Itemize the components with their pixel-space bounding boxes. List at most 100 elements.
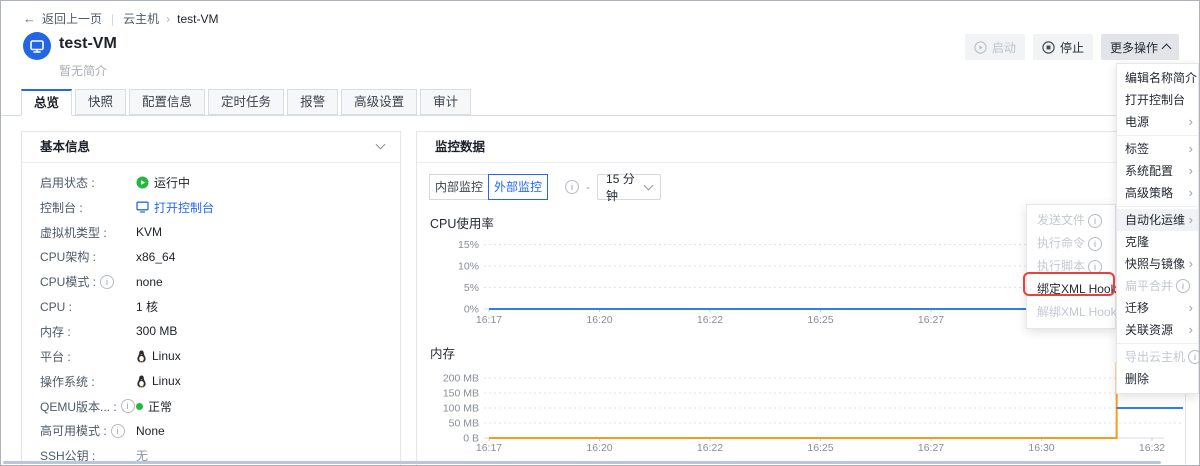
menu-item-5[interactable]: 系统配置› [1117,160,1198,182]
menu-item-16[interactable]: 删除 [1117,368,1198,390]
menu-item-2[interactable]: 电源› [1117,111,1198,133]
tab-1[interactable]: 快照 [75,89,126,115]
info-icon: i [100,275,114,289]
info-value-2: KVM [136,225,162,239]
monitor-mode-1[interactable]: 外部监控 [488,174,548,200]
monitoring-toolbar: 内部监控外部监控 i - 15 分钟 [429,174,661,200]
submenu-item-1: 执行命令i [1027,232,1115,255]
cpu-chart-title: CPU使用率 [430,213,494,232]
info-label: CPU架构 : [40,248,136,265]
automation-submenu: 发送文件i执行命令i执行脚本i绑定XML Hook解绑XML Hook [1026,204,1116,329]
monitor-mode-0[interactable]: 内部监控 [429,174,489,200]
breadcrumb: ← 返回上一页 | 云主机 › test-VM [23,10,219,27]
tab-0[interactable]: 总览 [21,89,72,116]
menu-item-6[interactable]: 高级策略› [1117,182,1198,204]
info-value-10: None [136,424,165,438]
x-tick-label: 16:25 [807,314,833,326]
menu-item-0[interactable]: 编辑名称简介 [1117,67,1198,89]
info-row-7: 平台 :Linux [22,344,400,369]
collapse-chevron-icon[interactable] [376,140,386,150]
x-tick-label: 16:27 [918,314,944,326]
menu-divider [1117,343,1198,344]
basic-info-header: 基本信息 [22,132,400,163]
menu-item-1[interactable]: 打开控制台 [1117,89,1198,111]
submenu-arrow-icon: › [1189,160,1193,182]
submenu-item-2: 执行脚本i [1027,255,1115,278]
start-button[interactable]: 启动 [965,34,1025,60]
x-tick-label: 16:20 [586,442,612,454]
menu-item-10[interactable]: 快照与镜像› [1117,253,1198,275]
stop-circle-icon [1042,41,1055,54]
info-value-9: 正常 [136,398,172,415]
basic-info-title: 基本信息 [40,140,90,154]
menu-item-13[interactable]: 关联资源› [1117,319,1198,341]
back-link[interactable]: 返回上一页 [42,10,102,27]
tab-6[interactable]: 审计 [420,89,471,115]
info-value-4: none [136,275,163,289]
x-tick-label: 16:27 [918,442,944,454]
submenu-item-3[interactable]: 绑定XML Hook [1027,278,1115,301]
info-value-1[interactable]: 打开控制台 [136,199,214,216]
x-tick-label: 16:17 [476,314,502,326]
info-icon: i [1188,350,1200,364]
basic-info-rows: 启用状态 :运行中控制台 :打开控制台虚拟机类型 :KVMCPU架构 :x86_… [22,170,400,466]
info-label: 平台 : [40,348,136,365]
y-tick-label: 100 MB [443,403,479,415]
menu-item-8[interactable]: 自动化运维› [1117,209,1198,231]
info-label: CPU : [40,300,136,314]
stop-button[interactable]: 停止 [1033,34,1093,60]
y-tick-label: 200 MB [443,373,479,385]
interval-select[interactable]: 15 分钟 [597,174,661,200]
tab-bar: 总览快照配置信息定时任务报警高级设置审计 [21,89,471,116]
info-value-6: 300 MB [136,324,177,338]
info-icon: i [565,180,579,194]
menu-item-11: 扁平合并i [1117,275,1198,297]
y-tick-label: 5% [464,282,479,294]
breadcrumb-current: test-VM [177,12,218,26]
menu-item-12[interactable]: 迁移› [1117,297,1198,319]
info-icon: i [1176,279,1190,293]
monitoring-header: 监控数据 [417,132,1185,163]
vm-avatar [23,32,51,60]
menu-divider [1117,135,1198,136]
chevron-up-icon [1162,44,1172,54]
y-tick-label: 150 MB [443,388,479,400]
menu-item-9[interactable]: 克隆 [1117,231,1198,253]
linux-icon [136,375,147,388]
more-actions-button[interactable]: 更多操作 [1101,34,1179,60]
x-tick-label: 16:30 [1028,442,1054,454]
info-label: 虚拟机类型 : [40,224,136,241]
info-row-6: 内存 :300 MB [22,319,400,344]
tab-5[interactable]: 高级设置 [341,89,417,115]
linux-icon [136,350,147,363]
horizontal-scrollbar[interactable] [3,461,1161,464]
page-title: test-VM [59,35,117,53]
memory-chart: 200 MB150 MB100 MB50 MB0 B16:1716:2016:2… [422,362,1185,457]
submenu-arrow-icon: › [1189,297,1193,319]
menu-item-4[interactable]: 标签› [1117,138,1198,160]
back-arrow-icon[interactable]: ← [23,11,36,26]
action-buttons: 启动 停止 更多操作 [965,34,1179,60]
info-row-5: CPU :1 核 [22,294,400,319]
breadcrumb-section[interactable]: 云主机 [123,10,159,27]
info-value-8: Linux [136,374,181,388]
info-label: CPU模式 :i [40,273,136,290]
info-value-7: Linux [136,349,181,363]
memory-chart-title: 内存 [430,343,455,362]
tab-3[interactable]: 定时任务 [208,89,284,115]
play-circle-icon [974,41,987,54]
y-tick-label: 10% [458,261,479,273]
breadcrumb-chevron-icon: › [166,12,170,26]
monitor-icon [29,38,45,54]
info-row-8: 操作系统 :Linux [22,369,400,394]
tab-2[interactable]: 配置信息 [129,89,205,115]
info-value-3: x86_64 [136,250,175,264]
y-tick-label: 50 MB [449,418,479,430]
toolbar-dash: - [586,180,590,194]
page-subtitle: 暂无简介 [59,62,107,79]
submenu-arrow-icon: › [1189,182,1193,204]
submenu-arrow-icon: › [1189,138,1193,160]
info-value-0: 运行中 [136,174,190,191]
info-row-3: CPU架构 :x86_64 [22,245,400,270]
tab-4[interactable]: 报警 [287,89,338,115]
